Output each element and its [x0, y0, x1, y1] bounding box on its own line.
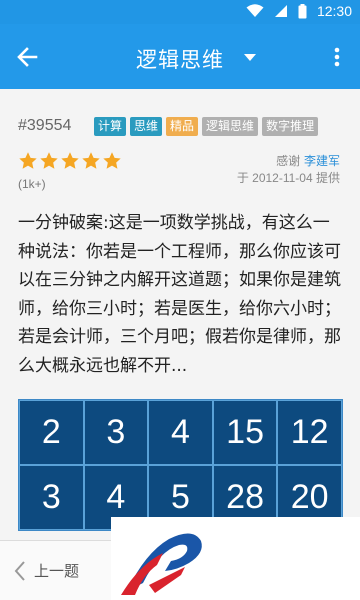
chevron-left-icon [14, 560, 25, 581]
grid-cell: 3 [19, 465, 84, 530]
tag-thinking[interactable]: 思维 [130, 117, 163, 136]
battery-icon [298, 3, 307, 19]
star-icon [61, 152, 79, 169]
rating-count: (1k+) [18, 177, 46, 191]
wifi-icon [246, 4, 264, 18]
tag-number-reasoning[interactable]: 数字推理 [262, 117, 319, 136]
puzzle-description: 一分钟破案:这是一项数学挑战，有这么一种说法：你若是一个工程师，那么你应该可以在… [18, 213, 341, 376]
status-icons: 12:30 [246, 3, 352, 19]
watermark-logo [111, 517, 360, 600]
app-bar: 逻辑思维 [0, 24, 360, 89]
status-time: 12:30 [316, 3, 352, 19]
tag-calculation[interactable]: 计算 [94, 117, 127, 136]
page-title[interactable]: 逻辑思维 [0, 44, 360, 74]
more-vertical-icon [334, 47, 340, 67]
star-icon [82, 152, 100, 169]
star-icon [103, 152, 121, 169]
star-rating[interactable] [18, 151, 122, 171]
previous-puzzle-label: 上一题 [34, 562, 80, 580]
grid-cell: 3 [83, 400, 149, 465]
thanks-line: 感谢 李建军 [276, 152, 340, 169]
tag-featured[interactable]: 精品 [166, 117, 199, 136]
grid-cell: 12 [277, 400, 342, 465]
cellular-signal-icon [274, 4, 288, 18]
grid-cell: 4 [148, 400, 213, 465]
grid-cell: 2 [19, 400, 84, 465]
status-bar: 12:30 [0, 0, 360, 24]
number-grid: 2 3 4 15 12 3 4 5 28 20 [18, 399, 343, 531]
thanks-prefix: 感谢 [276, 154, 301, 168]
grid-cell: 15 [212, 400, 278, 465]
provided-date: 于 2012-11-04 提供 [236, 171, 340, 185]
more-options-button[interactable] [324, 44, 350, 70]
tag-list: 计算 思维 精品 逻辑思维 数字推理 [94, 117, 319, 136]
star-icon [40, 152, 58, 169]
previous-puzzle-button[interactable]: 上一题 [14, 560, 79, 581]
dropdown-arrow-icon[interactable] [244, 54, 256, 61]
logo-icon [121, 533, 202, 595]
tag-logic-thinking[interactable]: 逻辑思维 [202, 117, 259, 136]
author-link[interactable]: 李建军 [304, 154, 340, 168]
puzzle-content: #39554 计算 思维 精品 逻辑思维 数字推理 (1k+) 感谢 李建军 于… [0, 89, 360, 540]
puzzle-id: #39554 [18, 117, 72, 134]
star-icon [19, 152, 37, 169]
